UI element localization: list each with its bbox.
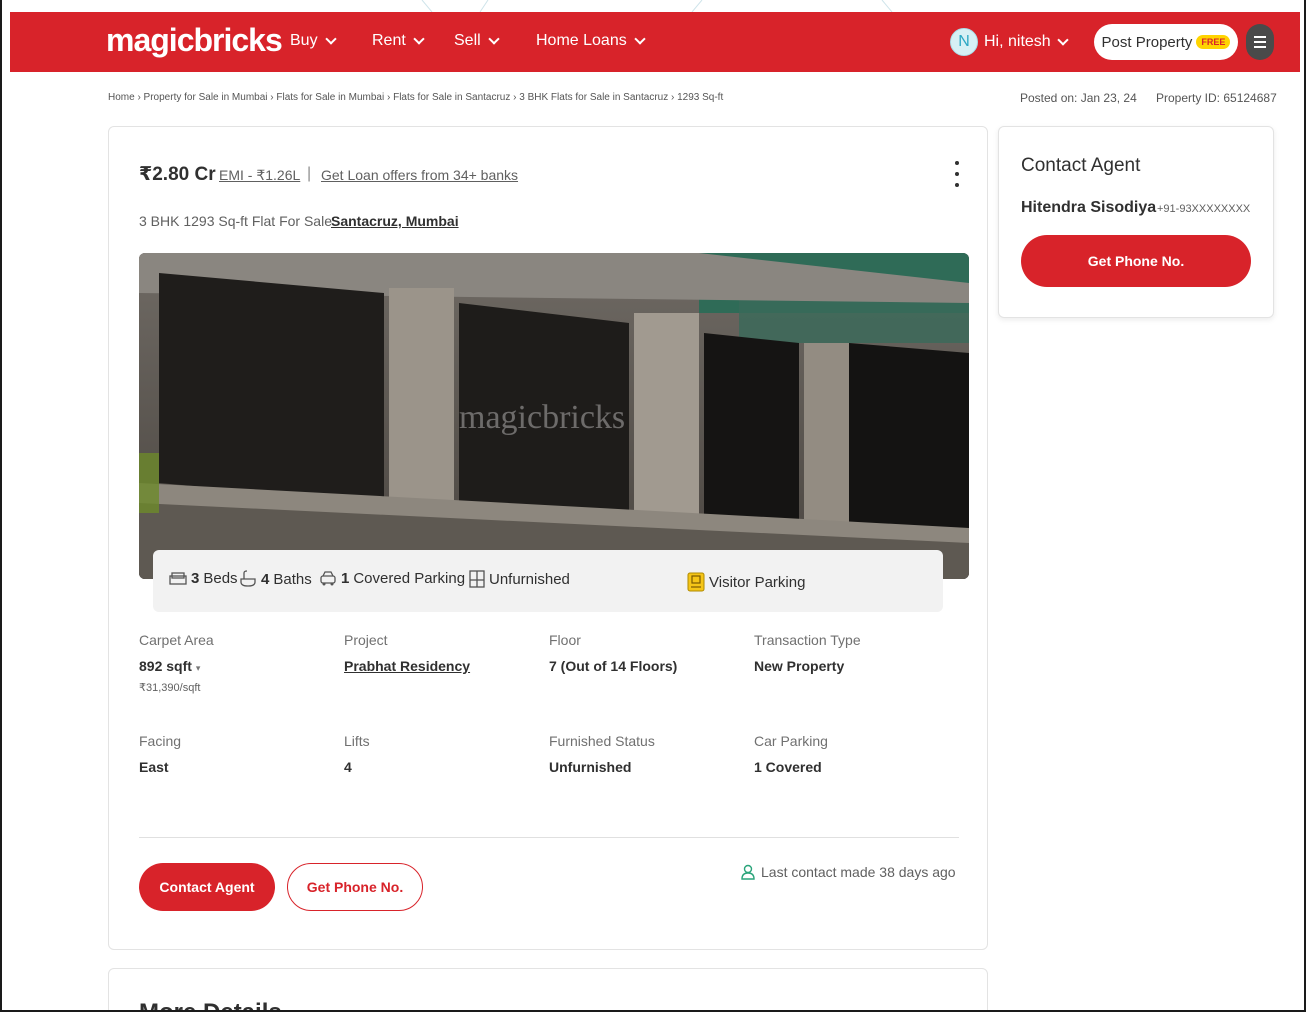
loan-offers-link[interactable]: Get Loan offers from 34+ banks [321, 167, 518, 183]
lifts-label: Lifts [344, 733, 370, 749]
baths-info: 4 Baths [239, 570, 312, 588]
breadcrumb[interactable]: Home › Property for Sale in Mumbai › Fla… [108, 92, 723, 103]
price-separator: | [307, 165, 312, 182]
furnished-status-label: Furnished Status [549, 733, 655, 749]
chevron-down-icon [324, 33, 337, 45]
parking-label: Covered Parking [353, 570, 466, 587]
price-per-sqft: ₹31,390/sqft [139, 682, 201, 694]
transaction-type-value: New Property [754, 658, 845, 674]
divider [139, 837, 959, 838]
lifts-value: 4 [344, 759, 352, 775]
contact-agent-title: Contact Agent [1021, 155, 1141, 176]
magicbricks-logo[interactable]: magicbricks [106, 22, 283, 59]
amenities-strip: 3 Beds 4 Baths 1 Covered Parking Unfurni… [153, 550, 943, 612]
price: ₹2.80 Cr [139, 164, 216, 185]
beds-label: Beds [203, 570, 238, 587]
property-summary-card: ₹2.80 Cr EMI - ₹1.26L | Get Loan offers … [108, 126, 988, 950]
visitor-parking-icon [687, 572, 705, 592]
post-property-label: Post Property [1101, 33, 1193, 51]
more-details-title: More Details [139, 999, 282, 1010]
baths-label: Baths [273, 570, 312, 588]
nav-buy[interactable]: Buy [290, 32, 337, 50]
location-link[interactable]: Santacruz, Mumbai [331, 213, 459, 229]
furnishing-label: Unfurnished [489, 570, 570, 588]
nav-rent-label: Rent [372, 32, 406, 49]
caret-down-icon: ▾ [195, 663, 201, 673]
visitor-parking-info: Visitor Parking [687, 572, 805, 592]
contact-agent-card: Contact Agent Hitendra Sisodiya +91-93XX… [998, 126, 1274, 318]
agent-name: Hitendra Sisodiya [1021, 199, 1157, 216]
nav-rent[interactable]: Rent [372, 32, 425, 50]
facing-value: East [139, 759, 169, 775]
furnished-status-value: Unfurnished [549, 759, 632, 775]
nav-sell-label: Sell [454, 32, 481, 49]
user-avatar[interactable]: N [950, 28, 978, 56]
last-contact-info: Last contact made 38 days ago [741, 864, 956, 880]
bed-icon [169, 571, 187, 585]
parking-count: 1 [341, 570, 350, 587]
chevron-down-icon [634, 33, 646, 45]
user-icon [741, 864, 755, 880]
facing-label: Facing [139, 733, 182, 749]
car-parking-value: 1 Covered [754, 759, 822, 775]
posted-date: Posted on: Jan 23, 24 [1020, 91, 1137, 105]
free-badge: FREE [1196, 35, 1231, 49]
photo-watermark: magicbricks [459, 399, 625, 436]
carpet-area-value-text: 892 sqft [139, 658, 192, 674]
nav-sell[interactable]: Sell [454, 32, 500, 50]
nav-buy-label: Buy [290, 32, 318, 49]
hamburger-icon [1254, 36, 1266, 38]
property-id: Property ID: 65124687 [1156, 91, 1277, 105]
visitor-parking-label: Visitor Parking [709, 573, 806, 591]
carpet-area-label: Carpet Area [139, 632, 214, 648]
more-options-icon[interactable] [953, 161, 961, 187]
beds-count: 3 [191, 570, 200, 587]
parking-info: 1 Covered Parking [319, 570, 465, 587]
top-strip [2, 0, 1304, 12]
get-phone-button[interactable]: Get Phone No. [287, 863, 423, 911]
hamburger-menu-button[interactable] [1246, 24, 1274, 60]
greeting-text: Hi, nitesh [984, 33, 1051, 50]
property-photo[interactable]: magicbricks [139, 253, 969, 579]
emi-link[interactable]: EMI - ₹1.26L [219, 167, 300, 184]
agent-get-phone-button[interactable]: Get Phone No. [1021, 235, 1251, 287]
wardrobe-icon [469, 570, 485, 588]
beds-info: 3 Beds [169, 570, 238, 587]
post-property-button[interactable]: Post Property FREE [1094, 24, 1238, 60]
transaction-type-label: Transaction Type [754, 632, 861, 648]
bath-icon [240, 570, 256, 587]
carpet-area-value[interactable]: 892 sqft ▾ [139, 658, 200, 674]
user-menu[interactable]: Hi, nitesh [984, 33, 1069, 51]
chevron-down-icon [488, 33, 500, 45]
more-details-card: More Details [108, 968, 988, 1010]
decorative-lines [421, 0, 893, 12]
project-link[interactable]: Prabhat Residency [344, 658, 470, 674]
contact-agent-button[interactable]: Contact Agent [139, 863, 275, 911]
chevron-down-icon [1057, 34, 1069, 46]
project-label: Project [344, 632, 388, 648]
browser-viewport: magicbricks Buy Rent Sell Home Loans N H… [0, 0, 1306, 1012]
nav-home-loans[interactable]: Home Loans [536, 32, 646, 50]
floor-value: 7 (Out of 14 Floors) [549, 658, 678, 674]
property-subtitle: 3 BHK 1293 Sq-ft Flat For Sale [139, 213, 332, 229]
baths-count: 4 [261, 570, 270, 588]
car-icon [320, 570, 336, 585]
nav-home-loans-label: Home Loans [536, 32, 627, 49]
car-parking-label: Car Parking [754, 733, 828, 749]
furnishing-info: Unfurnished [469, 570, 570, 588]
site-header: magicbricks Buy Rent Sell Home Loans N H… [10, 12, 1300, 72]
last-contact-text: Last contact made 38 days ago [761, 864, 956, 880]
agent-phone: +91-93XXXXXXXX [1157, 203, 1251, 215]
chevron-down-icon [413, 33, 425, 45]
floor-label: Floor [549, 632, 581, 648]
building-photo-svg: magicbricks [139, 253, 969, 579]
